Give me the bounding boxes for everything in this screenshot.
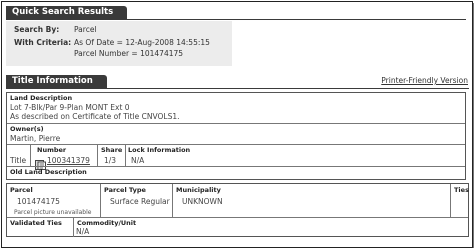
printer-friendly-link[interactable]: Printer-Friendly Version	[381, 76, 468, 85]
row-divider	[7, 166, 465, 167]
parcel-type-value: Surface Regular	[110, 197, 170, 206]
title-number-link[interactable]: 100341379	[47, 156, 90, 165]
owner-name: Martin, Pierre	[10, 134, 61, 143]
quick-search-panel: Search By: Parcel With Criteria: As Of D…	[6, 21, 232, 66]
share-label: Share	[101, 146, 123, 154]
parcel-picture-note: Parcel picture unavailable	[14, 209, 92, 216]
municipality-value: UNKNOWN	[182, 197, 223, 206]
old-land-description-label: Old Land Description	[10, 168, 87, 176]
number-label: Number	[37, 146, 67, 154]
parcel-value: 101474175	[17, 197, 60, 206]
search-by-label: Search By:	[14, 25, 60, 34]
parcel-type-label: Parcel Type	[104, 186, 146, 194]
search-by-value: Parcel	[74, 25, 97, 34]
title-information-tab: Title Information	[6, 75, 107, 88]
owners-label: Owner(s)	[10, 125, 44, 133]
title-information-divider	[6, 88, 469, 89]
window-frame: Quick Search Results Search By: Parcel W…	[1, 1, 473, 248]
validated-ties-label: Validated Ties	[10, 219, 62, 227]
criteria-label: With Criteria:	[14, 38, 72, 47]
certificate-document-icon[interactable]	[35, 155, 46, 170]
ties-label: Ties	[454, 186, 469, 194]
quick-search-tab: Quick Search Results	[6, 6, 128, 19]
column-divider	[30, 144, 31, 166]
lock-information-value: N/A	[131, 156, 145, 165]
column-divider	[97, 144, 98, 166]
title-row-label: Title	[10, 156, 27, 165]
municipality-label: Municipality	[176, 186, 221, 194]
parcel-table: Parcel 101474175 Parcel picture unavaila…	[6, 183, 469, 237]
column-divider	[73, 217, 74, 237]
quick-search-divider	[6, 19, 466, 20]
row-divider	[7, 123, 465, 124]
title-table: Land Description Lot 7-Blk/Par 9-Plan MO…	[6, 92, 466, 180]
column-divider	[172, 184, 173, 217]
column-divider	[450, 184, 451, 217]
commodity-unit-value: N/A	[76, 227, 90, 236]
land-description-label: Land Description	[10, 94, 73, 102]
share-value: 1/3	[104, 156, 117, 165]
land-description-line2: As described on Certificate of Title CNV…	[10, 112, 180, 121]
lock-information-label: Lock Information	[128, 146, 191, 154]
row-divider	[7, 144, 465, 145]
land-description-line1: Lot 7-Blk/Par 9-Plan MONT Ext 0	[10, 103, 130, 112]
column-divider	[100, 184, 101, 217]
column-divider	[125, 144, 126, 166]
criteria-date: As Of Date = 12-Aug-2008 14:55:15	[74, 38, 210, 47]
criteria-parcel-number: Parcel Number = 101474175	[74, 49, 184, 58]
commodity-unit-label: Commodity/Unit	[77, 219, 137, 227]
row-divider	[7, 217, 468, 218]
parcel-label: Parcel	[10, 186, 33, 194]
